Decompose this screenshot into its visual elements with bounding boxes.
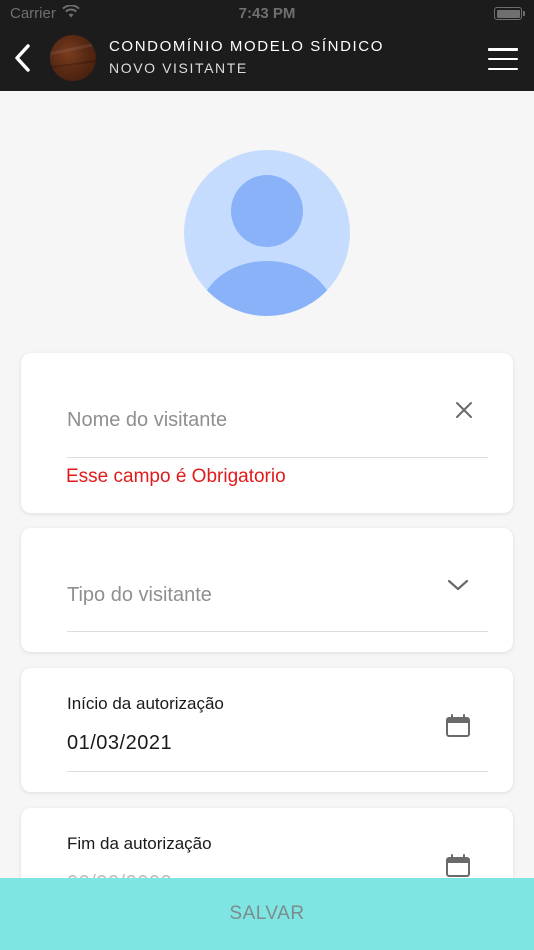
app-header: CONDOMÍNIO MODELO SÍNDICO NOVO VISITANTE xyxy=(0,28,534,91)
header-text: CONDOMÍNIO MODELO SÍNDICO NOVO VISITANTE xyxy=(109,38,384,76)
visitor-name-field[interactable]: Nome do visitante xyxy=(67,409,488,458)
start-date-picker-button[interactable] xyxy=(443,712,473,740)
end-date-picker-button[interactable] xyxy=(443,852,473,880)
start-date-value: 01/03/2021 xyxy=(67,732,173,754)
start-date-label: Início da autorização xyxy=(67,694,224,713)
condominium-avatar xyxy=(50,35,96,81)
start-date-card: Início da autorização 01/03/2021 xyxy=(21,668,513,792)
header-title: CONDOMÍNIO MODELO SÍNDICO xyxy=(109,38,385,55)
menu-button[interactable] xyxy=(488,48,518,70)
menu-icon-line xyxy=(488,57,518,61)
visitor-type-placeholder: Tipo do visitante xyxy=(67,584,212,606)
header-subtitle: NOVO VISITANTE xyxy=(109,60,248,76)
save-button[interactable]: SALVAR xyxy=(0,878,534,950)
calendar-icon xyxy=(446,854,470,877)
type-card: Tipo do visitante xyxy=(21,528,513,652)
status-time: 7:43 PM xyxy=(238,5,296,22)
person-body-icon xyxy=(199,261,335,316)
name-card: Nome do visitante Esse campo é Obrigator… xyxy=(21,353,513,513)
chevron-down-icon xyxy=(447,579,469,591)
chevron-left-icon xyxy=(15,44,30,72)
visitor-type-select[interactable]: Tipo do visitante xyxy=(67,584,488,632)
start-date-field[interactable]: 01/03/2021 xyxy=(67,732,488,772)
type-dropdown-button[interactable] xyxy=(445,572,471,598)
close-icon xyxy=(456,402,472,418)
menu-icon-line xyxy=(488,48,518,51)
clear-button[interactable] xyxy=(451,397,477,423)
battery-icon xyxy=(494,7,525,20)
calendar-icon xyxy=(446,714,470,737)
status-bar: Carrier 7:43 PM xyxy=(0,0,534,28)
name-error-message: Esse campo é Obrigatorio xyxy=(66,466,286,487)
save-button-label: SALVAR xyxy=(229,903,305,924)
person-head-icon xyxy=(231,175,303,247)
visitor-name-placeholder: Nome do visitante xyxy=(67,409,228,431)
end-date-label: Fim da autorização xyxy=(67,834,212,853)
visitor-photo-placeholder[interactable] xyxy=(184,150,350,316)
back-button[interactable] xyxy=(8,40,36,76)
menu-icon-line xyxy=(488,67,518,70)
